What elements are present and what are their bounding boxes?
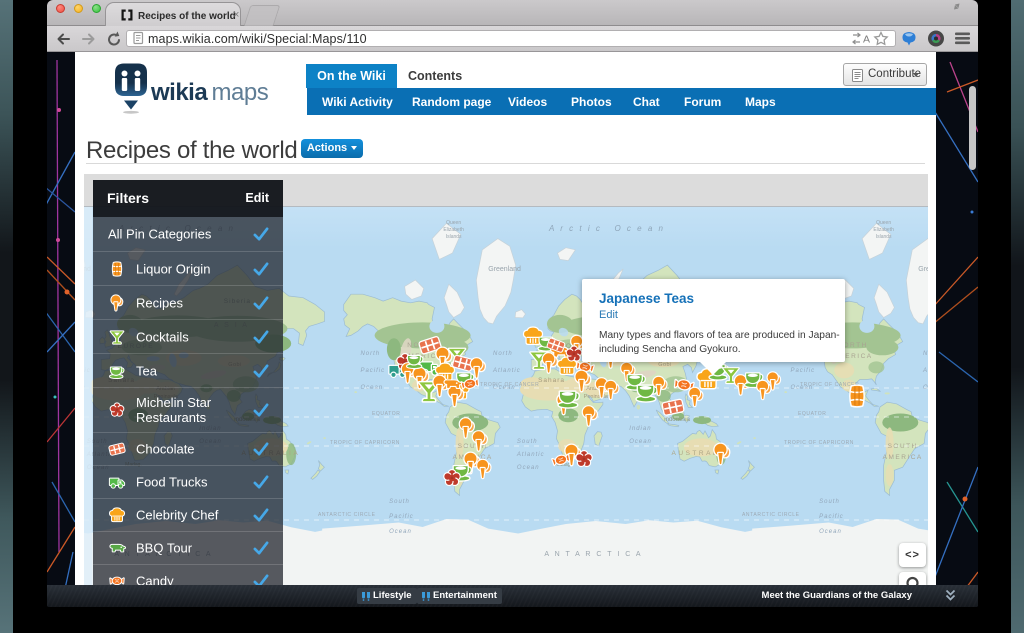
svg-text:Peninsula: Peninsula bbox=[584, 394, 609, 400]
svg-text:ANTARCTIC CIRCLE: ANTARCTIC CIRCLE bbox=[318, 512, 376, 518]
svg-text:North: North bbox=[493, 351, 513, 357]
svg-text:Indian: Indian bbox=[629, 426, 651, 432]
svg-text:South: South bbox=[389, 499, 410, 505]
svg-text:EQUATOR: EQUATOR bbox=[798, 411, 826, 417]
svg-text:Pacific: Pacific bbox=[389, 514, 414, 520]
svg-text:EQUATOR: EQUATOR bbox=[372, 411, 400, 417]
svg-text:Atlantic: Atlantic bbox=[516, 452, 545, 458]
svg-text:Ocean: Ocean bbox=[389, 529, 412, 535]
svg-text:Pacific: Pacific bbox=[360, 368, 385, 374]
svg-text:Atlantic: Atlantic bbox=[492, 368, 521, 374]
svg-text:A r c t i c O c e a n: A r c t i c O c e a n bbox=[548, 224, 665, 233]
svg-text:Queen: Queen bbox=[446, 220, 461, 226]
svg-text:TROPIC OF CANCER: TROPIC OF CANCER bbox=[480, 382, 539, 388]
svg-text:Sahara: Sahara bbox=[538, 377, 565, 384]
svg-text:A N T A R C T I C A: A N T A R C T I C A bbox=[544, 551, 642, 558]
svg-text:TROPIC OF CAPRICORN: TROPIC OF CAPRICORN bbox=[784, 440, 854, 446]
svg-text:Elizabeth: Elizabeth bbox=[443, 227, 464, 233]
svg-text:A: A bbox=[863, 34, 870, 46]
svg-text:Greenland: Greenland bbox=[488, 266, 521, 273]
svg-text:Ocean: Ocean bbox=[517, 465, 540, 471]
svg-text:Ocean: Ocean bbox=[360, 385, 383, 391]
svg-text:Gobi: Gobi bbox=[658, 362, 672, 368]
svg-text:TROPIC OF CAPRICORN: TROPIC OF CAPRICORN bbox=[330, 440, 400, 446]
svg-text:North: North bbox=[360, 351, 380, 357]
svg-text:Indonesia: Indonesia bbox=[664, 417, 691, 423]
svg-text:Islands: Islands bbox=[446, 234, 462, 240]
svg-text:Ocean: Ocean bbox=[629, 439, 652, 445]
svg-text:ANTARCTIC CIRCLE: ANTARCTIC CIRCLE bbox=[742, 512, 800, 518]
svg-text:South: South bbox=[517, 439, 538, 445]
